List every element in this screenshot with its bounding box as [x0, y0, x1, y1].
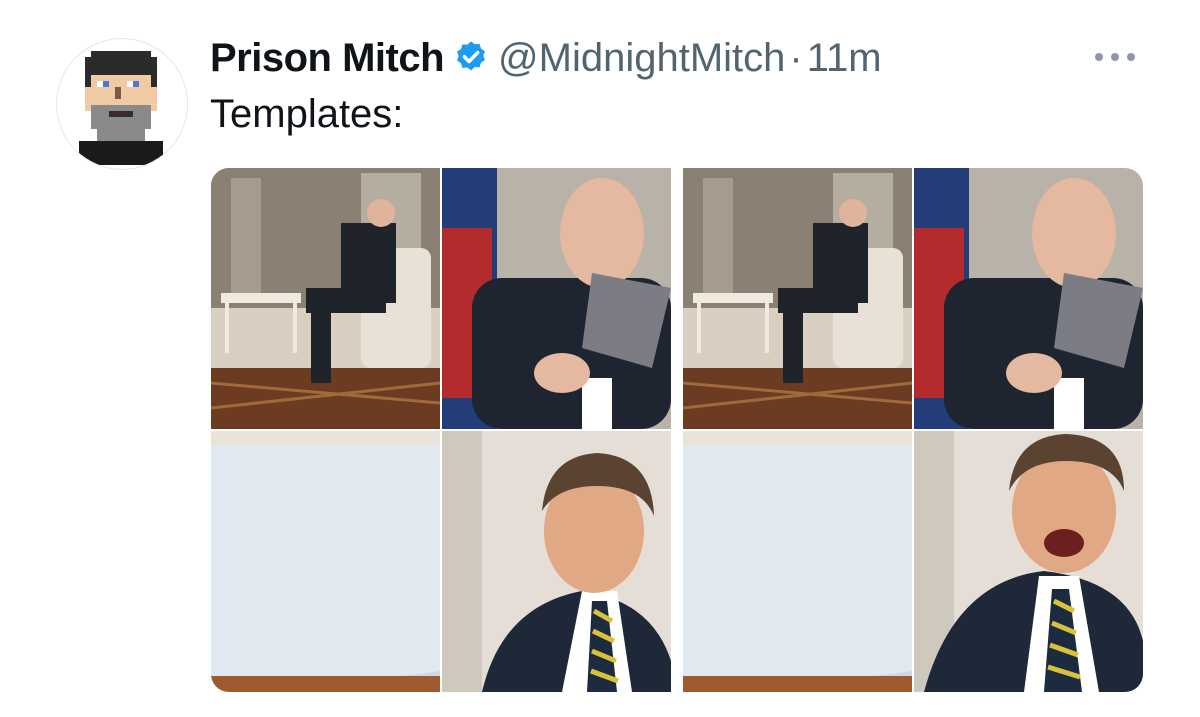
- tweet-text: Templates:: [210, 92, 404, 136]
- author-handle[interactable]: @MidnightMitch: [498, 36, 785, 81]
- pixel-face-avatar-image: [79, 51, 163, 165]
- profile-avatar[interactable]: [56, 38, 188, 170]
- more-dot: [1127, 53, 1135, 61]
- meta-separator: ·: [789, 35, 803, 80]
- panel-laughing-host: [914, 431, 1143, 692]
- panel-puzzled-host: [442, 431, 671, 692]
- panel-reading-paper: [914, 168, 1143, 429]
- panel-blank-paper: [211, 431, 440, 692]
- tweet-media-grid[interactable]: [211, 168, 1143, 692]
- panel-blank-paper: [683, 431, 912, 692]
- tweet-timestamp[interactable]: 11m: [807, 36, 882, 81]
- panel-reading-paper: [442, 168, 671, 429]
- more-dot: [1095, 53, 1103, 61]
- more-options-icon[interactable]: [1095, 42, 1135, 72]
- media-image-2[interactable]: [683, 168, 1143, 692]
- panel-interview-wide-shot: [211, 168, 440, 429]
- tweet-header: Prison Mitch @MidnightMitch · 11m: [210, 30, 882, 86]
- author-name[interactable]: Prison Mitch: [210, 36, 445, 81]
- panel-interview-wide-shot: [683, 168, 912, 429]
- more-dot: [1111, 53, 1119, 61]
- verified-badge-icon[interactable]: [452, 39, 490, 77]
- media-image-1[interactable]: [211, 168, 671, 692]
